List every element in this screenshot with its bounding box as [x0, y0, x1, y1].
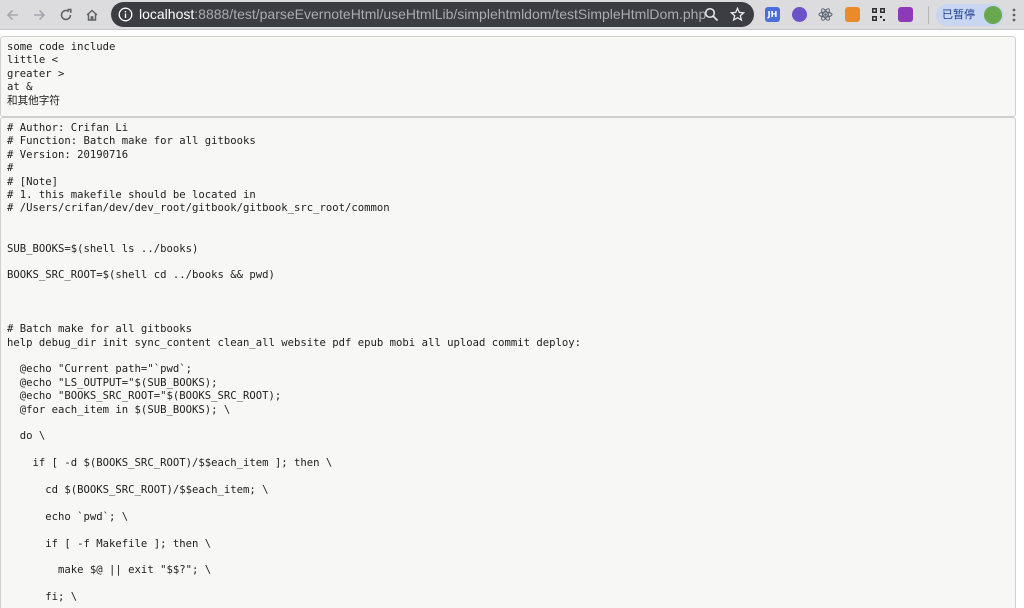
purple-extension-icon[interactable] — [792, 7, 807, 22]
avatar — [984, 6, 1002, 24]
forward-arrow-icon[interactable] — [29, 5, 49, 25]
code-block-special-chars: some code include little < greater > at … — [0, 36, 1016, 117]
url-path: :8888/test/parseEvernoteHtml/useHtmlLib/… — [194, 6, 707, 22]
more-menu-icon[interactable] — [1011, 6, 1017, 24]
site-info-icon[interactable] — [118, 7, 133, 22]
url-text[interactable]: localhost:8888/test/parseEvernoteHtml/us… — [139, 2, 706, 27]
profile-button[interactable]: 已暂停 — [936, 4, 1004, 26]
toolbar-divider — [928, 6, 929, 24]
react-devtools-icon[interactable] — [818, 7, 833, 22]
back-arrow-icon[interactable] — [3, 5, 23, 25]
reload-icon[interactable] — [56, 5, 76, 25]
orange-extension-icon[interactable] — [845, 7, 860, 22]
qr-code-icon[interactable] — [871, 7, 886, 22]
zoom-search-icon[interactable] — [704, 7, 719, 22]
php-extension-icon[interactable] — [898, 7, 913, 22]
url-host: localhost — [139, 6, 195, 22]
browser-toolbar: localhost:8888/test/parseEvernoteHtml/us… — [0, 0, 1024, 30]
page-viewport: some code include little < greater > at … — [0, 31, 1024, 608]
jh-extension-icon[interactable]: JH — [765, 7, 780, 22]
bookmark-star-icon[interactable] — [729, 6, 746, 22]
address-bar[interactable]: localhost:8888/test/parseEvernoteHtml/us… — [111, 2, 754, 27]
profile-paused-label: 已暂停 — [942, 8, 975, 21]
code-block-makefile: # Author: Crifan Li # Function: Batch ma… — [0, 117, 1016, 608]
home-icon[interactable] — [82, 5, 102, 25]
